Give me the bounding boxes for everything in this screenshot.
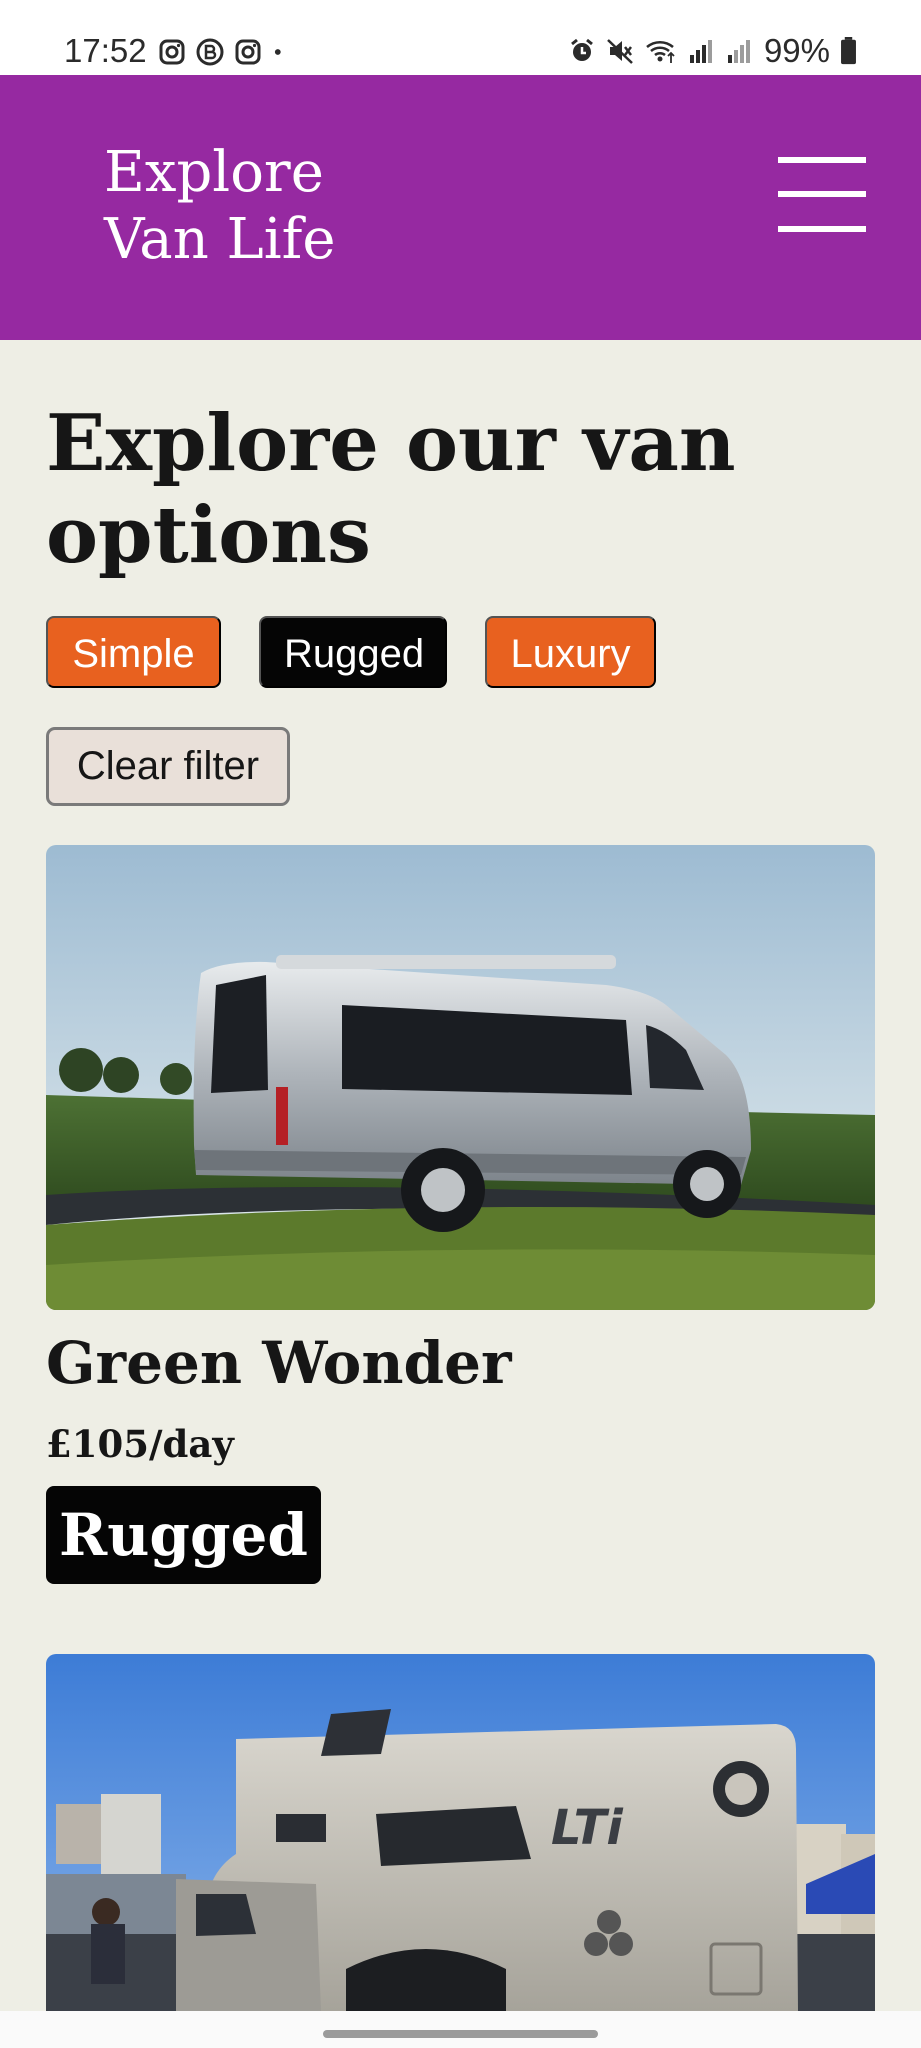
brand-line-2: Van Life [104, 207, 336, 272]
svg-text:LTi: LTi [551, 1800, 623, 1856]
system-icons: 99% [568, 31, 857, 71]
signal-icon [727, 40, 750, 63]
van-image[interactable] [46, 845, 875, 1310]
bereal-icon [196, 38, 224, 66]
van-photo-expedition-truck: LTi [46, 1654, 875, 2011]
home-indicator[interactable] [323, 2030, 598, 2038]
notification-dot-icon [274, 49, 281, 55]
battery-icon [841, 37, 856, 65]
mute-icon [607, 39, 633, 64]
system-navigation-bar [0, 2011, 921, 2048]
van-image[interactable]: LTi [46, 1654, 875, 2011]
alarm-icon [571, 38, 593, 61]
van-name[interactable]: Green Wonder [46, 1330, 512, 1396]
site-header: Explore Van Life [0, 75, 921, 340]
battery-percentage: 99% [763, 32, 830, 69]
instagram-icon [159, 39, 185, 65]
instagram-icon [235, 39, 261, 65]
clear-filter-button[interactable]: Clear filter [46, 727, 290, 806]
status-bar: 17:52 99% [0, 0, 921, 75]
notification-icons [158, 38, 290, 66]
wifi-icon [646, 40, 675, 63]
page-title: Explore our van options [46, 398, 736, 581]
brand-line-1: Explore [104, 140, 324, 205]
filter-simple-button[interactable]: Simple [46, 616, 221, 688]
filter-luxury-button[interactable]: Luxury [485, 616, 656, 688]
van-type-badge: Rugged [46, 1486, 321, 1584]
site-logo-link[interactable]: Explore Van Life [104, 139, 336, 273]
filter-buttons: Simple Rugged Luxury [46, 616, 656, 688]
status-time: 17:52 [64, 32, 147, 69]
signal-icon [689, 40, 712, 63]
filter-rugged-button[interactable]: Rugged [259, 616, 447, 688]
van-photo-green-wonder [46, 845, 875, 1310]
hamburger-menu-icon[interactable] [776, 147, 868, 243]
van-price: £105/day [46, 1422, 234, 1466]
